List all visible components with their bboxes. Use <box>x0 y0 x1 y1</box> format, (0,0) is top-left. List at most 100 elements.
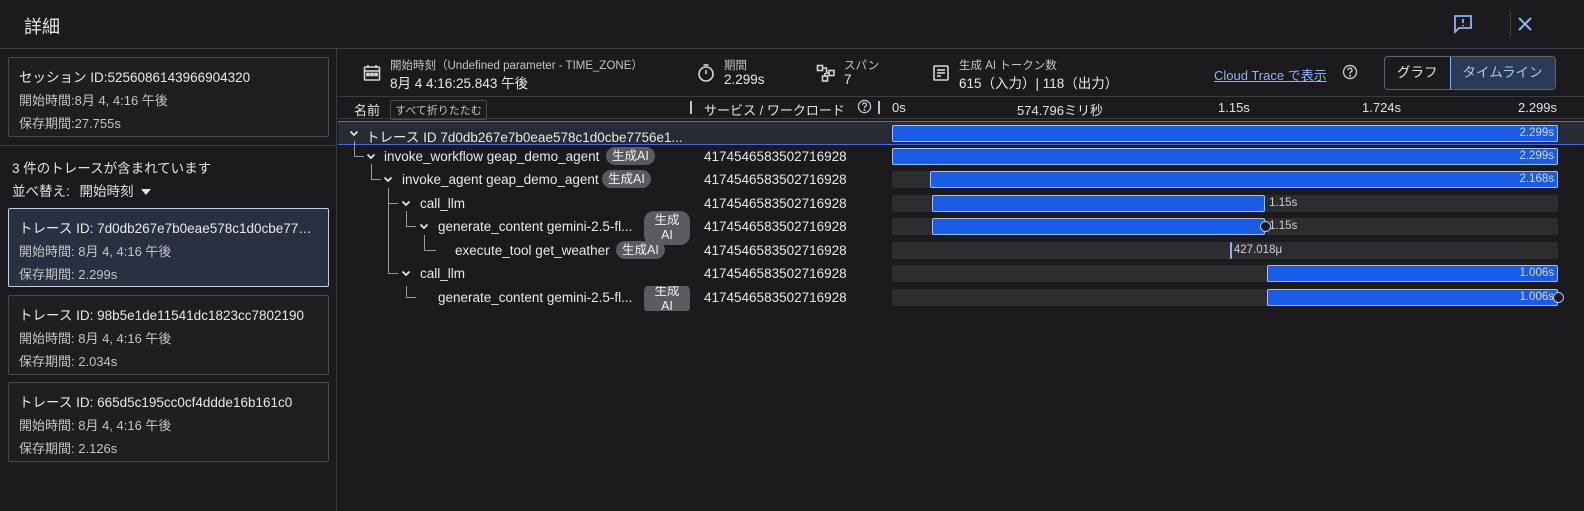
span-row[interactable]: call_llm 4174546583502716928 1.006s <box>338 258 1584 286</box>
span-track: 2.299s <box>892 125 1558 142</box>
column-header: 名前 すべて折りたたむ サービス / ワークロード 0s 574.796ミリ秒 … <box>338 97 1584 120</box>
span-bar[interactable] <box>931 194 1266 212</box>
span-service: 4174546583502716928 <box>704 266 847 281</box>
start-label: 開始時刻（Undefined parameter - TIME_ZONE） <box>390 60 643 72</box>
page-title: 詳細 <box>24 17 60 37</box>
trace-retention: 保存期間: 2.034s <box>19 354 118 369</box>
collapse-all-button[interactable]: すべて折りたたむ <box>390 100 487 120</box>
span-bar[interactable] <box>892 125 1558 142</box>
span-bar[interactable] <box>1266 265 1558 282</box>
chevron-down-icon[interactable] <box>348 127 360 139</box>
span-service: 4174546583502716928 <box>704 289 847 305</box>
trace-card-2[interactable]: トレース ID: 98b5e1de11541dc1823cc7802190 開始… <box>8 295 329 375</box>
trace-id: トレース ID: 7d0db267e7b0eae578c1d0cbe7756e1 <box>19 221 318 236</box>
divider <box>0 145 337 146</box>
trace-card-3[interactable]: トレース ID: 665d5c195cc0cf4ddde16b161c0 開始時… <box>8 382 329 462</box>
session-id: セッション ID:5256086143966904320 <box>19 70 251 85</box>
span-name: execute_tool get_weather <box>455 242 610 258</box>
start-value: 8月 4 4:16:25.843 午後 <box>390 76 529 91</box>
duration-value: 2.299s <box>724 72 765 87</box>
help-icon[interactable] <box>1342 64 1358 80</box>
span-duration: 427.018μ <box>1233 243 1283 256</box>
span-row[interactable]: generate_content gemini-2.5-fl... 生成AI 4… <box>338 211 1584 245</box>
trace-list-panel: セッション ID:5256086143966904320 開始時間:8月 4, … <box>0 49 337 511</box>
span-duration: 2.299s <box>1519 149 1554 162</box>
tree-connector <box>388 187 398 204</box>
span-bar[interactable] <box>892 147 1558 165</box>
span-row[interactable]: generate_content gemini-2.5-fl... 生成AI 4… <box>338 285 1584 311</box>
span-track: 1.006s <box>892 265 1558 282</box>
tokens-value: 615（入力）| 118（出力） <box>959 76 1119 91</box>
view-timeline-button[interactable]: タイムライン <box>1449 57 1555 89</box>
span-label: スパン <box>844 60 880 72</box>
span-name: generate_content gemini-2.5-fl... <box>438 289 633 305</box>
tick-label: 2.299s <box>1518 100 1558 115</box>
trace-retention: 保存期間: 2.299s <box>19 267 118 282</box>
feedback-icon[interactable] <box>1451 12 1475 36</box>
session-retention: 保存期間:27.755s <box>19 116 121 131</box>
chevron-down-icon[interactable] <box>365 150 377 162</box>
span-endpoint-handle[interactable] <box>1553 291 1564 303</box>
chevron-down-icon[interactable] <box>418 220 430 232</box>
trace-card-1[interactable]: トレース ID: 7d0db267e7b0eae578c1d0cbe7756e1… <box>8 208 329 287</box>
caret-down-icon <box>141 189 152 196</box>
close-icon[interactable] <box>1513 12 1537 36</box>
tick-label: 1.15s <box>1218 100 1250 115</box>
sort-control[interactable]: 並べ替え: 開始時刻 <box>12 180 152 200</box>
span-track: 427.018μ <box>892 241 1558 259</box>
header-separator <box>1510 12 1511 36</box>
span-row-root[interactable]: トレース ID 7d0db267e7b0eae578c1d0cbe7756e1.… <box>338 121 1584 145</box>
span-name: generate_content gemini-2.5-fl... <box>438 219 633 234</box>
column-resizer[interactable] <box>690 101 692 114</box>
trace-start: 開始時間: 8月 4, 4:16 午後 <box>19 418 172 433</box>
tick-label: 574.796ミリ秒 <box>1017 103 1103 118</box>
name-column-header: 名前 <box>354 103 381 118</box>
span-service: 4174546583502716928 <box>704 148 847 164</box>
span-tree-icon <box>816 63 836 83</box>
span-row[interactable]: invoke_agent geap_demo_agent 生成AI 417454… <box>338 164 1584 192</box>
trace-start: 開始時間: 8月 4, 4:16 午後 <box>19 244 172 259</box>
tree-connector <box>354 140 364 157</box>
span-row[interactable]: call_llm 4174546583502716928 1.15s <box>338 187 1584 264</box>
sort-value[interactable]: 開始時刻 <box>80 184 134 199</box>
span-bar[interactable] <box>931 218 1266 235</box>
chevron-down-icon[interactable] <box>400 197 412 209</box>
trace-detail-panel: 開始時刻（Undefined parameter - TIME_ZONE） 8月… <box>338 49 1584 511</box>
session-card[interactable]: セッション ID:5256086143966904320 開始時間:8月 4, … <box>8 57 329 137</box>
tree-connector <box>388 258 398 274</box>
help-icon[interactable] <box>857 99 872 117</box>
span-duration: 1.15s <box>1269 220 1298 232</box>
cloud-trace-link[interactable]: Cloud Trace で表示 <box>1214 65 1327 84</box>
tree-connector <box>406 285 416 298</box>
trace-start: 開始時間: 8月 4, 4:16 午後 <box>19 331 172 346</box>
session-start: 開始時間:8月 4, 4:16 午後 <box>19 93 168 108</box>
span-track: 2.168s <box>892 171 1558 188</box>
tree-connector <box>371 164 381 180</box>
span-track: 2.299s <box>892 147 1558 165</box>
genai-badge: 生成AI <box>616 240 665 259</box>
column-resizer[interactable] <box>878 101 880 114</box>
view-graph-button[interactable]: グラフ <box>1385 57 1450 89</box>
trace-summary: 開始時刻（Undefined parameter - TIME_ZONE） 8月… <box>338 49 1584 97</box>
timer-icon <box>696 63 716 83</box>
span-track: 1.006s <box>892 288 1564 306</box>
span-duration: 1.15s <box>1269 196 1298 209</box>
span-bar[interactable] <box>1229 241 1232 259</box>
trace-id: トレース ID: 665d5c195cc0cf4ddde16b161c0 <box>19 395 293 410</box>
span-duration: 1.006s <box>1519 290 1554 303</box>
span-row[interactable]: invoke_workflow geap_demo_agent 生成AI 417… <box>338 140 1584 169</box>
span-bar[interactable] <box>929 171 1558 188</box>
view-toggle: グラフ タイムライン <box>1384 56 1556 90</box>
span-row[interactable]: execute_tool get_weather 生成AI 4174546583… <box>338 234 1584 263</box>
trace-count: 3 件のトレースが含まれています <box>12 161 212 176</box>
chevron-down-icon[interactable] <box>382 173 394 185</box>
span-track: 1.15s <box>892 194 1558 212</box>
tick-label: 0s <box>892 100 906 115</box>
span-name: call_llm <box>420 266 466 281</box>
trace-id: トレース ID: 98b5e1de11541dc1823cc7802190 <box>19 308 305 323</box>
span-bar[interactable] <box>1266 288 1558 306</box>
duration-label: 期間 <box>724 60 747 72</box>
chevron-down-icon[interactable] <box>400 267 412 279</box>
genai-badge: 生成AI <box>606 146 655 165</box>
span-service: 4174546583502716928 <box>704 242 847 258</box>
